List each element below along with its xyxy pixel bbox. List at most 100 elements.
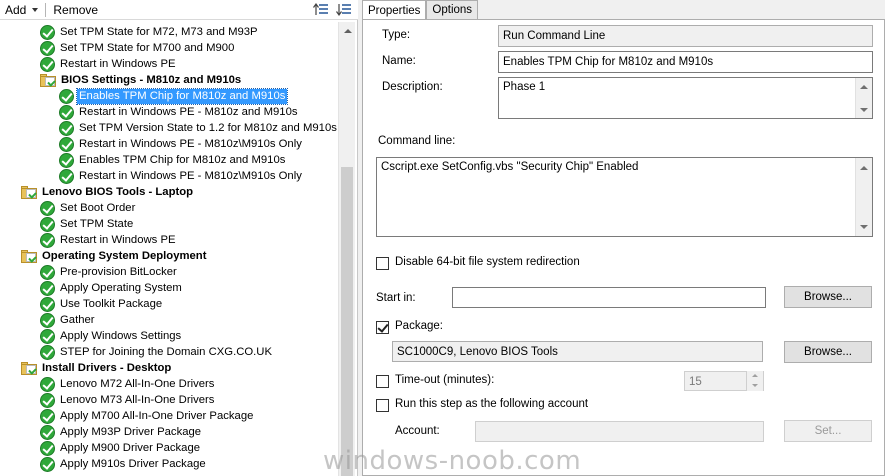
start-in-input[interactable] xyxy=(452,287,766,308)
success-check-icon xyxy=(40,408,55,424)
tree-step[interactable]: Restart in Windows PE - M810z\M910s Only xyxy=(59,168,304,184)
disable-redirection-checkbox[interactable] xyxy=(376,257,389,270)
tree-step[interactable]: Restart in Windows PE xyxy=(40,56,178,72)
success-check-icon xyxy=(40,376,55,392)
tree-item-label: Set TPM State for M72, M73 and M93P xyxy=(60,25,258,38)
toolbar-separator xyxy=(45,2,47,17)
tree-step[interactable]: Apply M910s Driver Package xyxy=(40,456,208,472)
tree-step[interactable]: Enables TPM Chip for M810z and M910s xyxy=(59,152,287,168)
toolbar: Add Remove xyxy=(0,0,358,20)
tree-step[interactable]: Set TPM State for M700 and M900 xyxy=(40,40,236,56)
tree-step[interactable]: STEP for Joining the Domain CXG.CO.UK xyxy=(40,344,274,360)
success-check-icon xyxy=(59,136,74,152)
tree-group[interactable]: Lenovo BIOS Tools - Laptop xyxy=(21,184,195,200)
success-check-icon xyxy=(40,328,55,344)
description-scrollbar[interactable] xyxy=(855,78,872,118)
success-check-icon xyxy=(40,216,55,232)
move-down-icon[interactable] xyxy=(336,2,352,17)
tree-step[interactable]: Apply M900 Driver Package xyxy=(40,440,202,456)
tree-step[interactable]: Set TPM State for M72, M73 and M93P xyxy=(40,24,260,40)
tree-step[interactable]: Apply M93P Driver Package xyxy=(40,424,203,440)
spin-up-arrow xyxy=(747,371,763,380)
package-field: SC1000C9, Lenovo BIOS Tools xyxy=(392,341,763,362)
run-as-label: Run this step as the following account xyxy=(395,398,589,410)
disable-redirection-label: Disable 64-bit file system redirection xyxy=(395,256,580,268)
success-check-icon xyxy=(59,104,74,120)
tree-step[interactable]: Gather xyxy=(40,312,97,328)
tree-step[interactable]: Restart in Windows PE xyxy=(40,232,178,248)
scrollbar-thumb[interactable] xyxy=(341,167,353,476)
tree-item-label: Lenovo BIOS Tools - Laptop xyxy=(42,185,194,198)
success-check-icon xyxy=(40,24,55,40)
success-check-icon xyxy=(40,280,55,296)
tree-step[interactable]: Lenovo M72 All-In-One Drivers xyxy=(40,376,216,392)
tree-item-label: Set TPM Version State to 1.2 for M810z a… xyxy=(79,121,337,134)
remove-button[interactable]: Remove xyxy=(48,0,103,20)
folder-check-icon xyxy=(21,361,37,375)
success-check-icon xyxy=(40,344,55,360)
task-sequence-editor: Add Remove Set TPM State for M72, M73 an… xyxy=(0,0,885,476)
tree-scrollbar[interactable] xyxy=(338,22,355,476)
tab-options[interactable]: Options xyxy=(426,0,479,19)
tree-item-label: Gather xyxy=(60,313,95,326)
spin-down-arrow xyxy=(747,381,763,390)
timeout-checkbox[interactable] xyxy=(376,375,389,388)
tree-item-label: Apply M900 Driver Package xyxy=(60,441,201,454)
success-check-icon xyxy=(40,40,55,56)
tree-item-label: Set Boot Order xyxy=(60,201,136,214)
tree-group[interactable]: BIOS Settings - M810z and M910s xyxy=(40,72,243,88)
tree-step[interactable]: Apply M700 All-In-One Driver Package xyxy=(40,408,255,424)
scroll-down-arrow[interactable] xyxy=(856,102,872,117)
tree-item-label: Lenovo M73 All-In-One Drivers xyxy=(60,393,215,406)
tree-item-label: Restart in Windows PE - M810z\M910s Only xyxy=(79,137,302,150)
success-check-icon xyxy=(40,440,55,456)
success-check-icon xyxy=(40,56,55,72)
browse-start-in-button[interactable]: Browse... xyxy=(784,286,872,308)
browse-package-button[interactable]: Browse... xyxy=(784,341,872,363)
tree-item-label: Lenovo M72 All-In-One Drivers xyxy=(60,377,215,390)
tree-item-label: Set TPM State xyxy=(60,217,134,230)
scroll-up-arrow[interactable] xyxy=(856,160,872,175)
scroll-down-arrow[interactable] xyxy=(856,219,872,234)
tree-step[interactable]: Set Boot Order xyxy=(40,200,137,216)
folder-check-icon xyxy=(40,73,56,87)
scroll-up-arrow[interactable] xyxy=(856,79,872,94)
run-as-checkbox[interactable] xyxy=(376,399,389,412)
tree-step[interactable]: Apply Windows Settings xyxy=(40,328,183,344)
command-line-scrollbar[interactable] xyxy=(855,158,872,236)
tree-step[interactable]: Restart in Windows PE - M810z and M910s xyxy=(59,104,300,120)
timeout-value: 15 xyxy=(689,376,702,388)
scroll-up-arrow[interactable] xyxy=(339,22,356,39)
description-text: Phase 1 xyxy=(503,81,546,93)
tree-step[interactable]: Lenovo M73 All-In-One Drivers xyxy=(40,392,216,408)
tree-step[interactable]: Enables TPM Chip for M810z and M910s xyxy=(59,87,289,105)
chevron-down-icon xyxy=(32,7,39,12)
tree-step[interactable]: Pre-provision BitLocker xyxy=(40,264,179,280)
tree-item-label: Pre-provision BitLocker xyxy=(60,265,177,278)
package-checkbox[interactable] xyxy=(376,321,389,334)
command-line-text: Cscript.exe SetConfig.vbs "Security Chip… xyxy=(381,161,639,173)
description-textarea[interactable]: Phase 1 xyxy=(498,77,873,119)
add-menu-button[interactable]: Add xyxy=(0,0,43,20)
tree-item-label: Apply M910s Driver Package xyxy=(60,457,206,470)
success-check-icon xyxy=(40,312,55,328)
success-check-icon xyxy=(40,456,55,472)
description-label: Description: xyxy=(382,81,443,93)
command-line-textarea[interactable]: Cscript.exe SetConfig.vbs "Security Chip… xyxy=(376,157,873,237)
name-input[interactable]: Enables TPM Chip for M810z and M910s xyxy=(498,51,873,73)
timeout-label: Time-out (minutes): xyxy=(395,374,495,386)
tree-group[interactable]: Install Drivers - Desktop xyxy=(21,360,173,376)
tab-properties[interactable]: Properties xyxy=(362,0,427,20)
tree-step[interactable]: Set TPM State xyxy=(40,216,135,232)
tree-group[interactable]: Operating System Deployment xyxy=(21,248,208,264)
tree-step[interactable]: Apply Operating System xyxy=(40,280,184,296)
tree-step[interactable]: Set TPM Version State to 1.2 for M810z a… xyxy=(59,120,338,136)
success-check-icon xyxy=(40,264,55,280)
tree-step[interactable]: Use Toolkit Package xyxy=(40,296,164,312)
move-up-icon[interactable] xyxy=(313,2,329,17)
package-label: Package: xyxy=(395,320,443,332)
properties-panel: Type: Run Command Line Name: Enables TPM… xyxy=(362,19,885,476)
watermark: windows-noob.com xyxy=(323,446,582,476)
tree-step[interactable]: Restart in Windows PE - M810z\M910s Only xyxy=(59,136,304,152)
account-label: Account: xyxy=(395,425,440,437)
